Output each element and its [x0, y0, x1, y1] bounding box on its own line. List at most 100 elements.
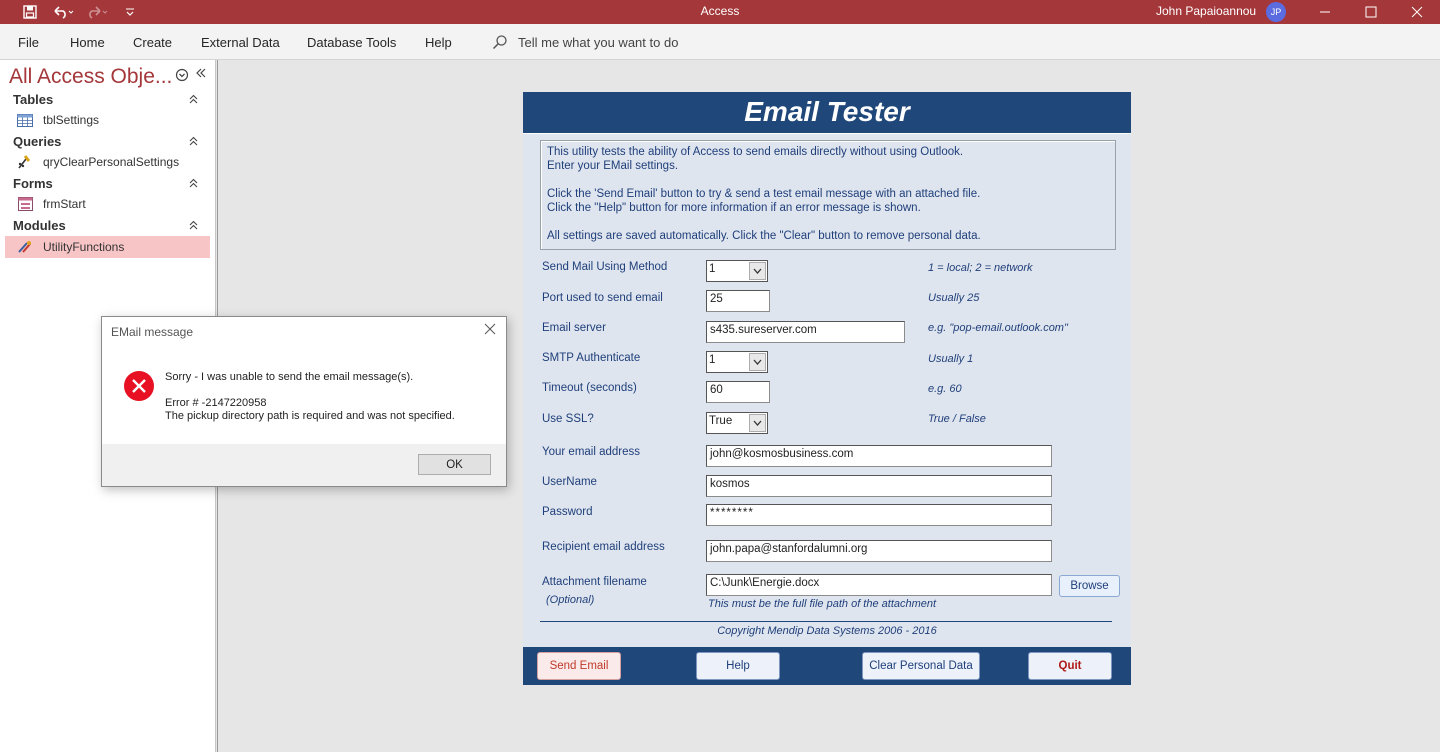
email-field[interactable]: john@kosmosbusiness.com — [706, 445, 1052, 467]
avatar[interactable]: JP — [1266, 2, 1286, 22]
smtp-auth-label: SMTP Authenticate — [542, 352, 641, 364]
attachment-field[interactable]: C:\Junk\Energie.docx — [706, 574, 1052, 596]
divider — [540, 621, 1112, 622]
clear-personal-data-button[interactable]: Clear Personal Data — [862, 652, 980, 680]
server-field[interactable]: s435.sureserver.com — [706, 321, 905, 343]
username-label: UserName — [542, 476, 597, 488]
dialog-error-code: Error # -2147220958 — [165, 397, 267, 409]
recipient-label: Recipient email address — [542, 541, 665, 553]
ok-button[interactable]: OK — [418, 454, 491, 475]
quit-button[interactable]: Quit — [1028, 652, 1112, 680]
smtp-auth-combo[interactable]: 1 — [706, 351, 768, 373]
close-icon[interactable] — [484, 322, 496, 339]
dialog-title: EMail message — [111, 325, 194, 339]
menu-external-data[interactable]: External Data — [201, 35, 280, 50]
help-button[interactable]: Help — [696, 652, 780, 680]
form-header: Email Tester — [523, 92, 1131, 134]
port-hint: Usually 25 — [928, 292, 980, 304]
menu-help[interactable]: Help — [425, 35, 452, 50]
form-icon — [16, 197, 34, 211]
dialog-footer: OK — [102, 444, 506, 486]
info-line: Click the 'Send Email' button to try & s… — [547, 188, 981, 200]
info-line: Click the "Help" button for more informa… — [547, 202, 921, 214]
ssl-hint: True / False — [928, 413, 986, 425]
group-queries-header[interactable]: Queries — [13, 134, 61, 149]
group-modules-header[interactable]: Modules — [13, 218, 66, 233]
timeout-field[interactable]: 60 — [706, 381, 770, 403]
table-icon — [16, 113, 34, 127]
attachment-label: Attachment filename — [542, 576, 647, 588]
redo-icon[interactable] — [84, 2, 112, 22]
title-bar: Access John Papaioannou JP — [0, 0, 1440, 24]
chevron-down-icon[interactable] — [749, 353, 766, 371]
menu-create[interactable]: Create — [133, 35, 172, 50]
collapse-group-icon[interactable] — [189, 136, 198, 149]
email-message-dialog: EMail message Sorry - I was unable to se… — [101, 316, 507, 487]
browse-button[interactable]: Browse — [1059, 575, 1120, 597]
collapse-pane-icon[interactable] — [195, 67, 207, 82]
maximize-icon[interactable] — [1348, 0, 1394, 24]
tell-me-search[interactable]: Tell me what you want to do — [492, 34, 678, 50]
recipient-field[interactable]: john.papa@stanfordalumni.org — [706, 540, 1052, 562]
method-hint: 1 = local; 2 = network — [928, 262, 1033, 274]
nav-item-label: UtilityFunctions — [43, 240, 125, 254]
menu-home[interactable]: Home — [70, 35, 105, 50]
timeout-label: Timeout (seconds) — [542, 382, 637, 394]
collapse-group-icon[interactable] — [189, 178, 198, 191]
email-tester-form: Email Tester This utility tests the abil… — [523, 92, 1131, 685]
port-label: Port used to send email — [542, 292, 663, 304]
info-line: All settings are saved automatically. Cl… — [547, 230, 981, 242]
attachment-hint: This must be the full file path of the a… — [708, 598, 937, 610]
error-icon — [123, 370, 155, 402]
form-footer: Send Email Help Clear Personal Data Quit — [523, 647, 1131, 685]
method-value: 1 — [709, 263, 716, 275]
search-icon — [492, 35, 507, 50]
email-label: Your email address — [542, 446, 641, 458]
nav-item-frmstart[interactable]: frmStart — [5, 193, 210, 215]
close-icon[interactable] — [1394, 0, 1440, 24]
customize-toolbar-icon[interactable] — [118, 2, 142, 22]
smtp-auth-hint: Usually 1 — [928, 353, 974, 365]
minimize-icon[interactable] — [1302, 0, 1348, 24]
attachment-optional-label: (Optional) — [546, 594, 595, 606]
timeout-hint: e.g. 60 — [928, 383, 962, 395]
group-forms-header[interactable]: Forms — [13, 176, 53, 191]
send-email-button[interactable]: Send Email — [537, 652, 621, 680]
info-line: This utility tests the ability of Access… — [547, 146, 964, 158]
menu-file[interactable]: File — [18, 35, 39, 50]
tell-me-text: Tell me what you want to do — [518, 34, 679, 50]
nav-pane-title[interactable]: All Access Obje... — [9, 65, 172, 89]
dialog-error-text: The pickup directory path is required an… — [165, 410, 455, 422]
method-label: Send Mail Using Method — [542, 261, 668, 273]
module-icon — [16, 240, 34, 254]
nav-item-label: qryClearPersonalSettings — [43, 155, 180, 169]
nav-menu-icon[interactable] — [175, 68, 189, 85]
method-combo[interactable]: 1 — [706, 260, 768, 282]
port-field[interactable]: 25 — [706, 290, 770, 312]
chevron-down-icon[interactable] — [749, 262, 766, 280]
smtp-auth-value: 1 — [709, 354, 716, 366]
user-name[interactable]: John Papaioannou — [1156, 4, 1256, 18]
menu-database-tools[interactable]: Database Tools — [307, 35, 396, 50]
info-box: This utility tests the ability of Access… — [540, 140, 1116, 250]
nav-item-utilityfunctions[interactable]: UtilityFunctions — [5, 236, 210, 258]
ssl-combo[interactable]: True — [706, 412, 768, 434]
collapse-group-icon[interactable] — [189, 220, 198, 233]
ssl-label: Use SSL? — [542, 413, 594, 425]
password-label: Password — [542, 506, 593, 518]
undo-icon[interactable] — [50, 2, 78, 22]
username-field[interactable]: kosmos — [706, 475, 1052, 497]
info-line: Enter your EMail settings. — [547, 160, 679, 172]
query-icon — [16, 155, 34, 169]
nav-item-tblsettings[interactable]: tblSettings — [5, 109, 210, 131]
collapse-group-icon[interactable] — [189, 94, 198, 107]
copyright-text: Copyright Mendip Data Systems 2006 - 201… — [717, 625, 937, 637]
nav-item-qryclearpersonalsettings[interactable]: qryClearPersonalSettings — [5, 151, 210, 173]
nav-item-label: frmStart — [43, 197, 86, 211]
save-icon[interactable] — [18, 2, 42, 22]
ssl-value: True — [709, 415, 733, 427]
chevron-down-icon[interactable] — [749, 414, 766, 432]
dialog-message: Sorry - I was unable to send the email m… — [165, 371, 414, 383]
group-tables-header[interactable]: Tables — [13, 92, 53, 107]
password-field[interactable]: ******** — [706, 504, 1052, 526]
